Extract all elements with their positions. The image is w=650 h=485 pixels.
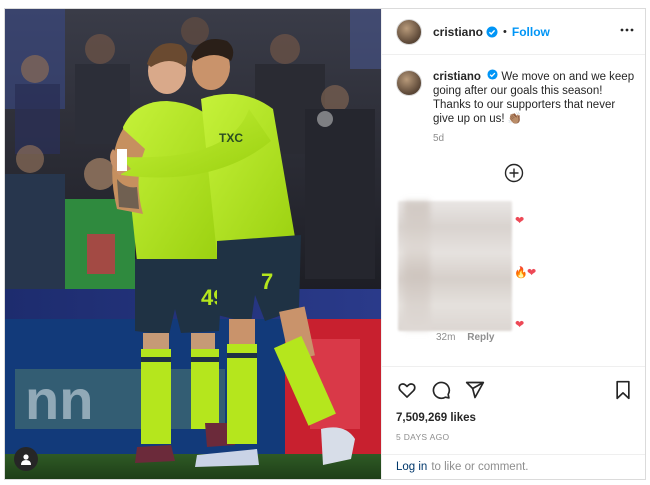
avatar[interactable] (396, 18, 422, 45)
instagram-post-modal: nn 49 TXC 7 cristiano • Follow cristiano… (4, 8, 646, 480)
comment-like-icon[interactable]: ❤ (515, 216, 524, 227)
reply-button[interactable]: Reply (467, 332, 494, 343)
bookmark-icon[interactable] (612, 379, 634, 401)
separator-dot: • (503, 25, 507, 38)
verified-badge-icon (487, 69, 498, 80)
heart-emoji: ❤ (527, 267, 537, 279)
caption-timestamp: 5d (433, 133, 445, 144)
login-prompt-text: to like or comment. (431, 461, 529, 473)
comment-icon[interactable] (430, 379, 452, 401)
post-date: 5 DAYS AGO (396, 432, 450, 442)
svg-text:nn: nn (25, 368, 93, 431)
post-header: cristiano • Follow (382, 9, 645, 55)
plus-circle-icon (504, 163, 524, 183)
share-icon[interactable] (464, 379, 486, 401)
username[interactable]: cristiano (433, 25, 483, 39)
caption-avatar[interactable] (396, 70, 422, 96)
tagged-users-button[interactable] (14, 447, 38, 471)
login-prompt: Log in to like or comment. (382, 454, 645, 479)
comment-like-icon[interactable]: ❤ (515, 320, 524, 331)
caption: cristiano We move on and we keep going a… (396, 69, 638, 146)
svg-text:7: 7 (261, 269, 273, 294)
action-bar: 7,509,269 likes 5 DAYS AGO (382, 366, 645, 466)
heart-outline-icon[interactable] (396, 379, 418, 401)
fire-emoji: 🔥 (514, 267, 528, 279)
svg-text:TXC: TXC (219, 131, 243, 145)
comment-meta: 32m Reply (436, 332, 503, 343)
blurred-comments (398, 201, 512, 331)
photo-illustration: nn 49 TXC 7 (5, 9, 381, 479)
post-side-panel: cristiano • Follow cristiano We move on … (381, 9, 645, 479)
post-photo[interactable]: nn 49 TXC 7 (5, 9, 381, 479)
verified-badge-icon (486, 26, 498, 38)
load-more-comments-button[interactable] (504, 163, 524, 188)
likes-count[interactable]: 7,509,269 likes (396, 412, 476, 424)
follow-button[interactable]: Follow (512, 25, 550, 39)
more-options-icon[interactable] (620, 23, 634, 42)
caption-username[interactable]: cristiano (433, 71, 481, 83)
person-icon (21, 454, 31, 465)
comment-time: 32m (436, 332, 456, 343)
login-link[interactable]: Log in (396, 461, 427, 473)
